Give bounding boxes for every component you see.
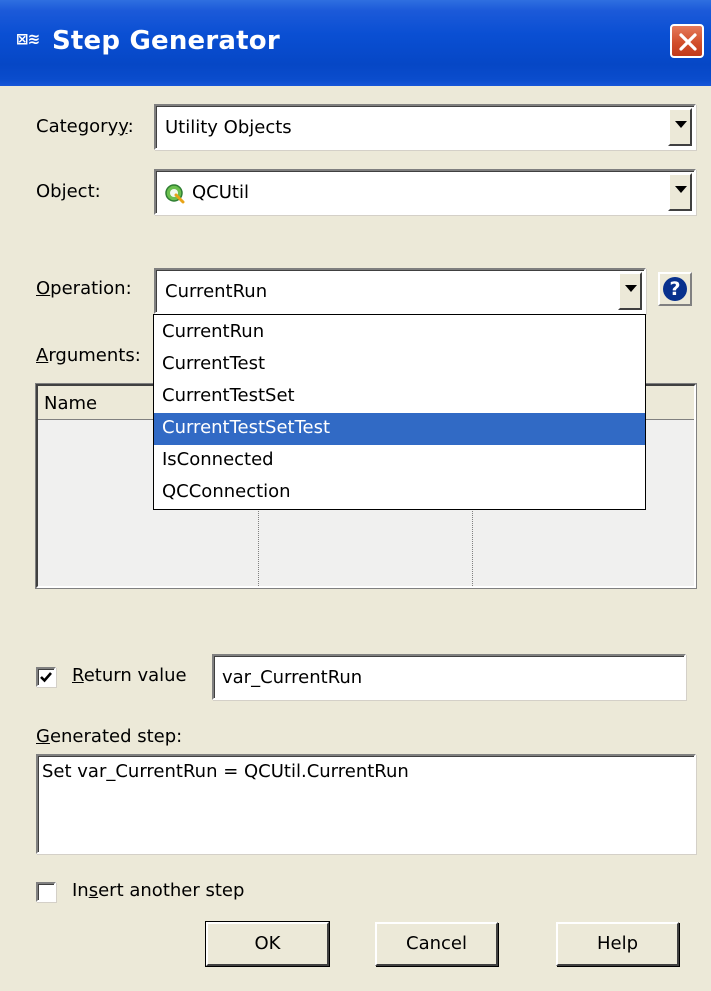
- category-label: Categoryy:: [36, 116, 134, 137]
- operation-help-button[interactable]: ?: [658, 272, 692, 306]
- step-generator-icon: ⊠≋: [16, 30, 40, 48]
- category-value: Utility Objects: [165, 117, 292, 138]
- dropdown-option[interactable]: CurrentTest: [154, 349, 645, 381]
- close-button[interactable]: [670, 24, 704, 58]
- dialog-title: Step Generator: [52, 26, 280, 56]
- cancel-button[interactable]: Cancel: [375, 922, 498, 966]
- object-label: Object:: [36, 181, 101, 202]
- dropdown-option[interactable]: CurrentRun: [154, 317, 645, 349]
- step-generator-dialog: ⊠≋ Step Generator Categoryy: Utility Obj…: [0, 0, 711, 991]
- operation-dropdown-list[interactable]: CurrentRun CurrentTest CurrentTestSet Cu…: [153, 314, 646, 510]
- category-combobox[interactable]: Utility Objects: [154, 104, 696, 150]
- generated-step-text: Set var_CurrentRun = QCUtil.CurrentRun: [42, 761, 409, 782]
- arguments-label: Arguments:: [36, 345, 141, 366]
- title-bar[interactable]: ⊠≋ Step Generator: [0, 0, 711, 86]
- operation-label: Operation:: [36, 278, 132, 299]
- qcutil-object-icon: [165, 184, 185, 204]
- checkmark-icon: [40, 672, 52, 683]
- category-dropdown-button[interactable]: [668, 108, 692, 146]
- generated-step-textarea[interactable]: Set var_CurrentRun = QCUtil.CurrentRun: [36, 754, 696, 854]
- operation-combobox[interactable]: CurrentRun: [154, 268, 646, 314]
- operation-value: CurrentRun: [165, 281, 268, 302]
- dropdown-option[interactable]: CurrentTestSet: [154, 381, 645, 413]
- dropdown-option-highlighted[interactable]: CurrentTestSetTest: [154, 413, 645, 445]
- ok-button[interactable]: OK: [205, 921, 330, 967]
- object-combobox[interactable]: QCUtil: [154, 169, 696, 215]
- dropdown-option[interactable]: IsConnected: [154, 445, 645, 477]
- close-icon: [679, 33, 697, 51]
- generated-step-label: Generated step:: [36, 726, 183, 747]
- insert-another-step-label[interactable]: Insert another step: [72, 880, 244, 901]
- return-value-text: var_CurrentRun: [222, 667, 363, 688]
- help-button[interactable]: Help: [556, 922, 679, 966]
- dropdown-option[interactable]: QCConnection: [154, 477, 645, 509]
- return-value-label[interactable]: Return value: [72, 665, 187, 686]
- help-icon: ?: [663, 277, 687, 301]
- return-value-input[interactable]: var_CurrentRun: [212, 654, 686, 700]
- object-value: QCUtil: [192, 182, 249, 203]
- insert-another-step-checkbox[interactable]: [36, 882, 56, 902]
- operation-dropdown-button[interactable]: [618, 272, 642, 310]
- object-dropdown-button[interactable]: [668, 173, 692, 211]
- return-value-checkbox[interactable]: [36, 667, 56, 687]
